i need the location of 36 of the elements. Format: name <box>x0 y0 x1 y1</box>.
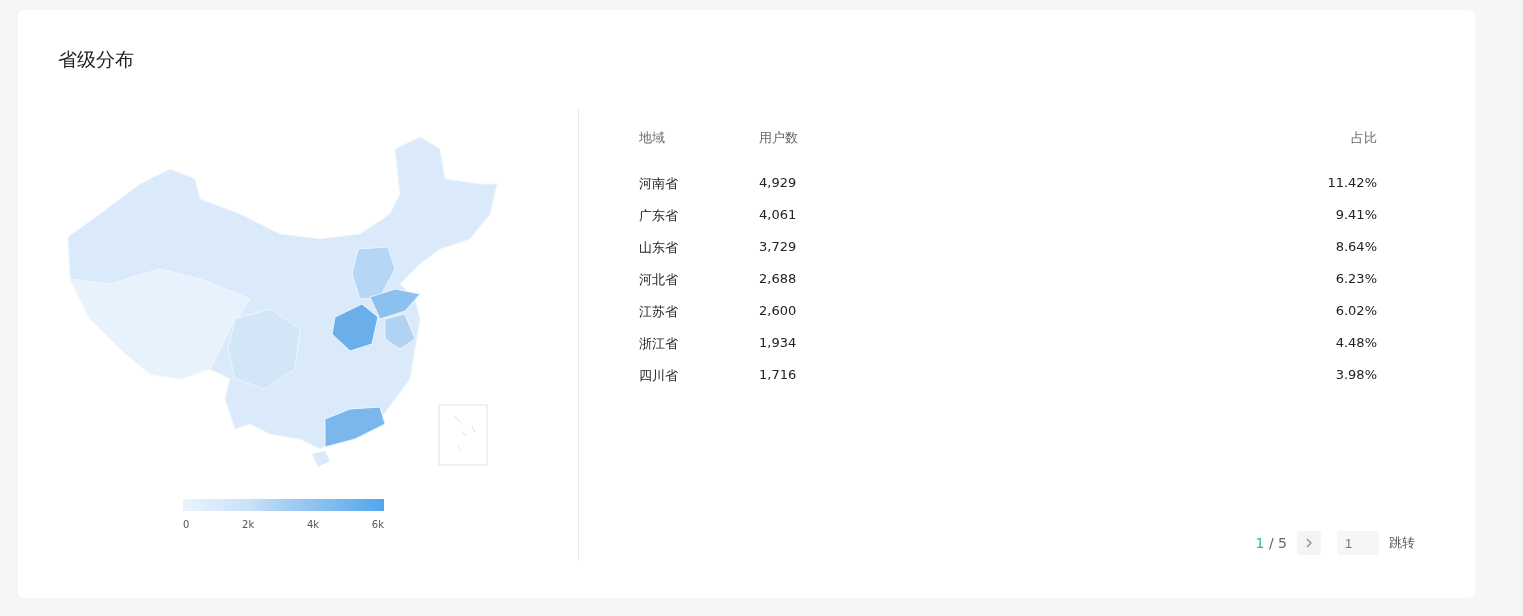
scale-label: 2k <box>242 519 255 530</box>
table-cell-text: 8.64% <box>1334 239 1377 256</box>
table-cell-text: 4.48% <box>1334 335 1377 352</box>
page-input[interactable]: 1 <box>1337 531 1379 555</box>
table-cell-text: 1,934 <box>759 335 798 352</box>
table-cell-text: 4,929 <box>759 175 798 192</box>
jump-button[interactable]: 跳转 <box>1389 534 1415 552</box>
scale-label: 4k <box>306 519 320 530</box>
column-header: 占比 <box>1350 129 1377 147</box>
table-cell-text: 广东省 <box>639 207 679 225</box>
column-header: 地域 <box>639 129 666 147</box>
table-cell-text: 1,716 <box>759 367 798 384</box>
table-cell-text: 江苏省 <box>639 303 679 321</box>
next-page-button[interactable] <box>1297 531 1321 555</box>
section-title: 省级分布 <box>58 47 135 72</box>
table-cell-text: 4,061 <box>759 207 798 224</box>
table-cell-text: 山东省 <box>639 239 679 257</box>
table-cell-text: 6.23% <box>1334 271 1377 288</box>
current-page: 1 <box>1255 535 1265 551</box>
table-cell-text: 11.42% <box>1327 175 1377 192</box>
table-cell-text: 6.02% <box>1334 303 1377 320</box>
table-cell-text: 3,729 <box>759 239 798 256</box>
column-header: 用户数 <box>759 129 799 147</box>
page-separator: / <box>1268 535 1274 551</box>
table-cell-text: 四川省 <box>639 367 679 385</box>
scale-label: 0 <box>183 519 190 530</box>
table-cell-text: 3.98% <box>1334 367 1377 384</box>
page-total: 5 <box>1278 535 1287 551</box>
table-cell-text: 2,600 <box>759 303 798 320</box>
table-cell-text: 2,688 <box>759 271 798 288</box>
chevron-right-icon <box>1305 538 1313 548</box>
table-cell-text: 浙江省 <box>639 335 679 353</box>
table-cell-text: 河南省 <box>639 175 679 193</box>
scale-label: 6k <box>371 519 384 530</box>
table-cell-text: 河北省 <box>639 271 679 289</box>
table-cell-text: 9.41% <box>1334 207 1377 224</box>
